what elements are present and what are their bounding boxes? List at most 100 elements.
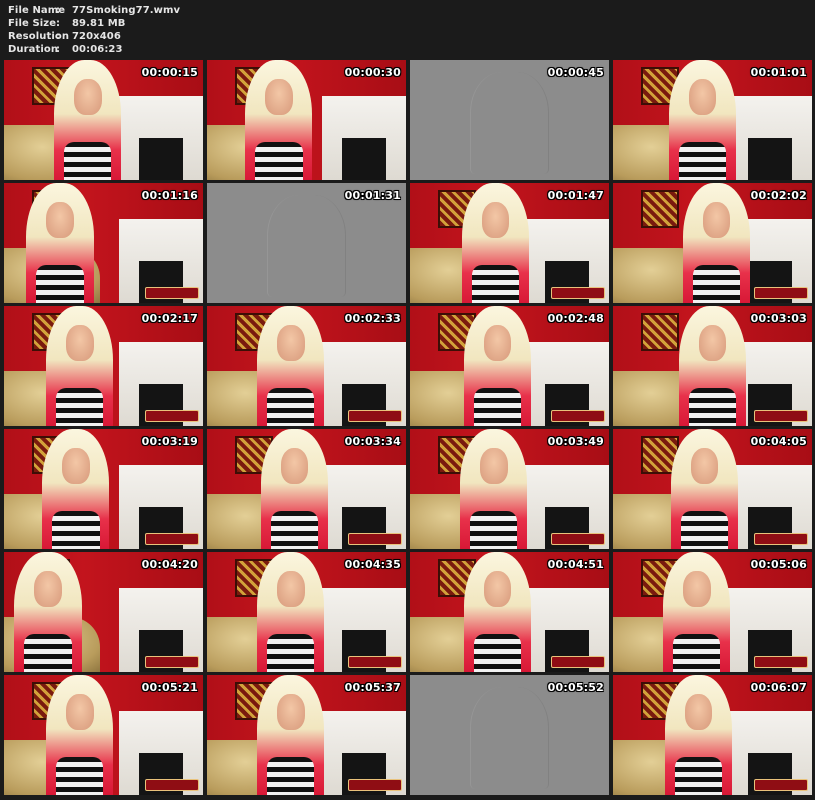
file-size-row: File Size : 89.81 MB bbox=[8, 17, 180, 30]
video-thumbnail[interactable]: 00:05:21 bbox=[4, 675, 203, 795]
thumbnail-subject-top bbox=[35, 264, 84, 303]
video-thumbnail[interactable]: 00:05:52 bbox=[410, 675, 609, 795]
thumbnail-timestamp: 00:01:16 bbox=[141, 189, 198, 202]
thumbnail-subject-top bbox=[55, 756, 104, 795]
watermark-logo bbox=[348, 656, 402, 668]
video-thumbnail[interactable]: 00:02:48 bbox=[410, 306, 609, 426]
thumbnail-timestamp: 00:05:37 bbox=[344, 681, 401, 694]
thumbnail-timestamp: 00:05:52 bbox=[547, 681, 604, 694]
thumbnail-timestamp: 00:03:19 bbox=[141, 435, 198, 448]
thumbnail-subject-face bbox=[481, 202, 510, 239]
thumbnail-subject-face bbox=[483, 325, 512, 362]
video-thumbnail[interactable]: 00:03:34 bbox=[207, 429, 406, 549]
video-thumbnail[interactable]: 00:01:16 bbox=[4, 183, 203, 303]
watermark-logo bbox=[348, 533, 402, 545]
duration-value: 00:06:23 bbox=[72, 44, 123, 55]
file-name-label: File Name bbox=[8, 5, 66, 16]
thumbnail-timestamp: 00:01:31 bbox=[344, 189, 401, 202]
thumbnail-timestamp: 00:03:49 bbox=[547, 435, 604, 448]
thumbnail-subject-face bbox=[61, 448, 90, 485]
thumbnail-subject-face bbox=[276, 325, 305, 362]
thumbnail-subject-face bbox=[65, 694, 94, 731]
video-thumbnail[interactable]: 00:02:02 bbox=[613, 183, 812, 303]
file-size-value: 89.81 MB bbox=[72, 18, 126, 29]
file-size-label: File Size bbox=[8, 18, 57, 29]
thumbnail-subject-face bbox=[702, 202, 731, 239]
thumbnail-subject-face bbox=[682, 571, 711, 608]
thumbnail-subject-top bbox=[63, 141, 112, 180]
video-thumbnail[interactable]: 00:03:49 bbox=[410, 429, 609, 549]
watermark-logo bbox=[551, 656, 605, 668]
watermark-logo bbox=[145, 410, 199, 422]
thumbnail-grid: 00:00:15 00:00:30 00:00:45 00:01:01 00:01:16… bbox=[4, 60, 812, 795]
video-thumbnail[interactable]: 00:04:20 bbox=[4, 552, 203, 672]
video-thumbnail[interactable]: 00:00:15 bbox=[4, 60, 203, 180]
blank-frame-outline bbox=[469, 687, 550, 789]
video-thumbnail[interactable]: 00:01:31 bbox=[207, 183, 406, 303]
thumbnail-timestamp: 00:06:07 bbox=[750, 681, 807, 694]
separator: : bbox=[56, 18, 61, 29]
video-thumbnail[interactable]: 00:04:35 bbox=[207, 552, 406, 672]
thumbnail-subject-top bbox=[266, 756, 315, 795]
video-thumbnail[interactable]: 00:04:51 bbox=[410, 552, 609, 672]
video-thumbnail[interactable]: 00:05:06 bbox=[613, 552, 812, 672]
thumbnail-wall-art bbox=[640, 313, 679, 351]
watermark-logo bbox=[348, 410, 402, 422]
watermark-logo bbox=[551, 410, 605, 422]
thumbnail-subject-top bbox=[471, 264, 520, 303]
thumbnail-fireplace-opening bbox=[139, 138, 184, 180]
thumbnail-subject-face bbox=[73, 79, 102, 116]
video-thumbnail[interactable]: 00:04:05 bbox=[613, 429, 812, 549]
thumbnail-subject-face bbox=[483, 571, 512, 608]
file-name-value: 77Smoking77.wmv bbox=[72, 5, 181, 16]
video-thumbnail[interactable]: 00:00:30 bbox=[207, 60, 406, 180]
thumbnail-subject-face bbox=[276, 571, 305, 608]
thumbnail-timestamp: 00:01:47 bbox=[547, 189, 604, 202]
thumbnail-subject-top bbox=[55, 387, 104, 426]
thumbnail-timestamp: 00:04:20 bbox=[141, 558, 198, 571]
thumbnail-subject-face bbox=[65, 325, 94, 362]
separator: : bbox=[56, 31, 61, 42]
separator: : bbox=[56, 5, 61, 16]
video-thumbnail[interactable]: 00:06:07 bbox=[613, 675, 812, 795]
watermark-logo bbox=[754, 779, 808, 791]
thumbnail-subject-face bbox=[264, 79, 293, 116]
thumbnail-subject-top bbox=[692, 264, 741, 303]
video-thumbnail[interactable]: 00:00:45 bbox=[410, 60, 609, 180]
watermark-logo bbox=[754, 410, 808, 422]
video-thumbnail[interactable]: 00:03:03 bbox=[613, 306, 812, 426]
thumbnail-timestamp: 00:00:15 bbox=[141, 66, 198, 79]
thumbnail-subject-top bbox=[688, 387, 737, 426]
thumbnail-subject-face bbox=[479, 448, 508, 485]
thumbnail-subject-face bbox=[688, 79, 717, 116]
thumbnail-subject-face bbox=[698, 325, 727, 362]
thumbnail-subject-top bbox=[23, 633, 72, 672]
thumbnail-timestamp: 00:02:48 bbox=[547, 312, 604, 325]
watermark-logo bbox=[551, 287, 605, 299]
video-thumbnail[interactable]: 00:02:33 bbox=[207, 306, 406, 426]
thumbnail-subject-face bbox=[33, 571, 62, 608]
duration-row: Duration : 00:06:23 bbox=[8, 43, 180, 56]
thumbnail-subject-top bbox=[270, 510, 319, 549]
video-thumbnail[interactable]: 00:05:37 bbox=[207, 675, 406, 795]
video-thumbnail[interactable]: 00:02:17 bbox=[4, 306, 203, 426]
thumbnail-timestamp: 00:01:01 bbox=[750, 66, 807, 79]
thumbnail-subject-top bbox=[674, 756, 723, 795]
watermark-logo bbox=[348, 779, 402, 791]
video-thumbnail[interactable]: 00:01:01 bbox=[613, 60, 812, 180]
thumbnail-timestamp: 00:00:30 bbox=[344, 66, 401, 79]
separator: : bbox=[56, 44, 61, 55]
watermark-logo bbox=[754, 656, 808, 668]
thumbnail-timestamp: 00:03:03 bbox=[750, 312, 807, 325]
watermark-logo bbox=[551, 533, 605, 545]
thumbnail-subject-face bbox=[280, 448, 309, 485]
video-thumbnail[interactable]: 00:01:47 bbox=[410, 183, 609, 303]
watermark-logo bbox=[145, 533, 199, 545]
thumbnail-subject-face bbox=[45, 202, 74, 239]
thumbnail-timestamp: 00:02:02 bbox=[750, 189, 807, 202]
blank-frame-outline bbox=[266, 195, 347, 297]
video-thumbnail[interactable]: 00:03:19 bbox=[4, 429, 203, 549]
thumbnail-timestamp: 00:05:06 bbox=[750, 558, 807, 571]
resolution-value: 720x406 bbox=[72, 31, 121, 42]
thumbnail-subject-top bbox=[266, 387, 315, 426]
